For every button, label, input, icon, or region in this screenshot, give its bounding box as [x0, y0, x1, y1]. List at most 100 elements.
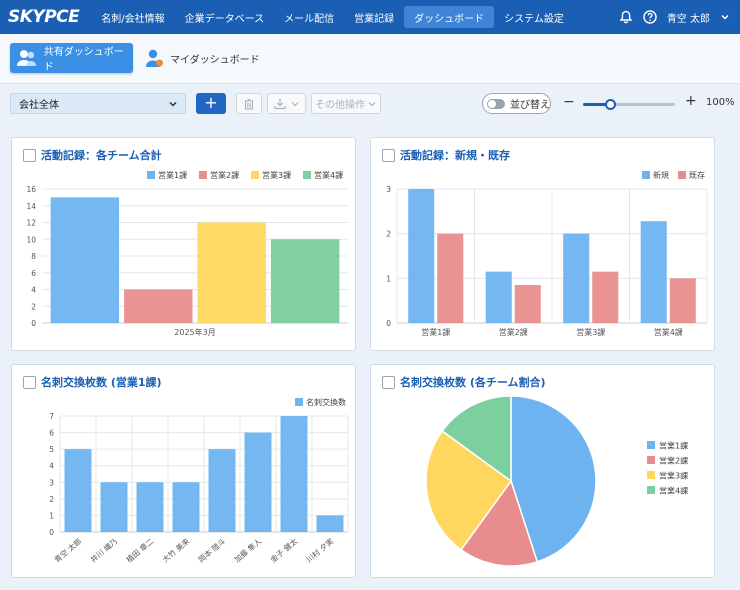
shared-dashboard-button[interactable]: 共有ダッシュボード — [10, 43, 133, 73]
scope-value: 会社全体 — [19, 100, 59, 111]
x-tick-label: 営業3課 — [576, 327, 605, 337]
legend-label: 新規 — [653, 170, 669, 180]
bar — [50, 197, 120, 323]
zoom-in-button[interactable]: + — [685, 93, 697, 109]
scope-select[interactable]: 会社全体 — [10, 93, 186, 114]
bar — [270, 239, 340, 323]
x-tick-label: 大竹 美来 — [160, 536, 192, 565]
x-tick-label: 青空 太郎 — [52, 536, 83, 564]
bar — [592, 271, 619, 323]
y-tick-label: 4 — [49, 462, 54, 471]
zoom-slider-thumb[interactable] — [605, 99, 617, 110]
legend-label: 既存 — [689, 170, 705, 180]
download-icon — [273, 98, 286, 109]
bar — [485, 271, 512, 323]
zoom-value: 100% — [706, 97, 735, 108]
sort-label: 並び替え — [510, 100, 550, 111]
dashboard-type-bar: 共有ダッシュボード マイダッシュボード — [0, 34, 740, 84]
x-tick-label: 植田 章二 — [124, 536, 156, 565]
more-actions-label: その他操作 — [315, 100, 365, 111]
x-tick-label: 井川 織乃 — [88, 536, 119, 564]
bar — [124, 289, 193, 323]
sort-toggle[interactable]: 並び替え — [482, 93, 551, 114]
legend-label: 営業2課 — [210, 170, 239, 180]
legend-swatch — [647, 441, 655, 449]
y-tick-label: 0 — [31, 319, 36, 328]
panel-card-exchange-sales1[interactable]: 名刺交換枚数 (営業1課) 名刺交換数 0 1 2 3 4 5 6 7 青空 太郎 井川 織乃 植田 … — [11, 364, 356, 578]
y-tick-label: 8 — [31, 252, 36, 261]
chart-card-exchange-share: 営業1課営業2課営業3課営業4課 — [425, 395, 688, 567]
nav-system-settings[interactable]: システム設定 — [494, 6, 574, 28]
legend-label: 営業2課 — [659, 456, 688, 466]
y-tick-label: 3 — [49, 478, 54, 487]
toggle-switch — [487, 98, 505, 109]
legend-swatch — [147, 171, 155, 179]
y-tick-label: 7 — [49, 412, 54, 421]
legend-label: 営業1課 — [659, 441, 688, 451]
bar — [208, 449, 236, 532]
y-tick-label: 5 — [49, 445, 54, 454]
x-tick-label: 営業1課 — [421, 327, 450, 337]
y-tick-label: 2 — [31, 302, 36, 311]
add-button[interactable]: + — [196, 93, 226, 114]
zoom-slider[interactable] — [583, 99, 675, 110]
y-tick-label: 16 — [26, 185, 36, 194]
shared-dashboard-label: 共有ダッシュボード — [43, 47, 124, 73]
user-name[interactable]: 青空 太郎 — [667, 10, 710, 25]
legend-swatch — [678, 171, 686, 179]
logo: SKYPCE — [8, 7, 80, 27]
chart-card-exchange-sales1: 名刺交換数 0 1 2 3 4 5 6 7 青空 太郎 井川 織乃 植田 章二 大竹 美来 岡本 陸斗 加藤… — [49, 397, 349, 565]
more-actions-button[interactable]: その他操作 — [311, 93, 381, 114]
nav-sales-records[interactable]: 営業記録 — [344, 6, 404, 28]
legend-swatch — [303, 171, 311, 179]
y-tick-label: 1 — [386, 274, 391, 283]
bar — [197, 222, 266, 323]
nav-company-db[interactable]: 企業データベース — [175, 6, 275, 28]
trash-icon — [244, 98, 254, 110]
x-tick-label: 川村 夕実 — [304, 536, 336, 565]
delete-button[interactable] — [236, 93, 262, 114]
nav-dashboard[interactable]: ダッシュボード — [404, 6, 495, 28]
x-tick-label: 岡本 陸斗 — [196, 536, 228, 565]
chevron-down-icon — [169, 101, 177, 107]
legend-swatch — [647, 486, 655, 494]
bar — [669, 278, 696, 323]
nav-cards[interactable]: 名刺/会社情報 — [91, 6, 174, 28]
nav-mail[interactable]: メール配信 — [274, 6, 344, 28]
y-tick-label: 6 — [49, 429, 54, 438]
legend-swatch — [647, 471, 655, 479]
bar — [563, 233, 590, 323]
chart-activity-new-existing: 既存 新規 0 1 2 3 営業1課 営業2課 営業3課 営業4課 — [386, 170, 708, 337]
panel-card-exchange-share[interactable]: 名刺交換枚数 (各チーム割合) 営業1課 営業2課 営業3課 営業4課 — [370, 364, 715, 578]
legend-label: 営業3課 — [262, 170, 291, 180]
bar — [244, 432, 272, 532]
zoom-out-button[interactable]: − — [563, 94, 575, 110]
toolbar: 会社全体 + その他操作 並び替え − + 100% — [0, 86, 740, 122]
user-icon — [146, 49, 163, 67]
my-dashboard-button[interactable]: マイダッシュボード — [144, 43, 260, 73]
download-button[interactable] — [267, 93, 306, 114]
y-tick-label: 1 — [49, 511, 54, 520]
bar — [100, 482, 128, 532]
help-icon[interactable] — [643, 10, 657, 24]
bell-icon[interactable] — [619, 10, 633, 24]
bar — [172, 482, 200, 532]
legend-swatch — [647, 456, 655, 464]
legend-label: 営業4課 — [659, 486, 688, 496]
y-tick-label: 6 — [31, 269, 36, 278]
panel-activity-new-existing[interactable]: 活動記録：新規・既存 既存 新規 0 1 2 3 営業1課 営業2課 営業3課 営業4課 — [370, 137, 715, 351]
chevron-down-icon[interactable] — [720, 12, 730, 22]
chevron-down-icon — [368, 101, 376, 106]
bar — [64, 449, 92, 532]
panel-activity-team-total[interactable]: 活動記録：各チーム合計 営業4課 営業3課 営業2課 営業1課 0 2 4 6 8 10 12 14 1… — [11, 137, 356, 351]
x-tick-label: 営業4課 — [654, 327, 683, 337]
y-tick-label: 12 — [26, 219, 36, 228]
y-tick-label: 2 — [386, 230, 391, 239]
bar — [316, 515, 344, 532]
legend-swatch — [251, 171, 259, 179]
legend-label: 営業3課 — [659, 471, 688, 481]
x-tick-label: 金子 健太 — [268, 536, 300, 565]
bar — [640, 221, 667, 323]
y-tick-label: 2 — [49, 495, 54, 504]
y-tick-label: 0 — [386, 319, 391, 328]
